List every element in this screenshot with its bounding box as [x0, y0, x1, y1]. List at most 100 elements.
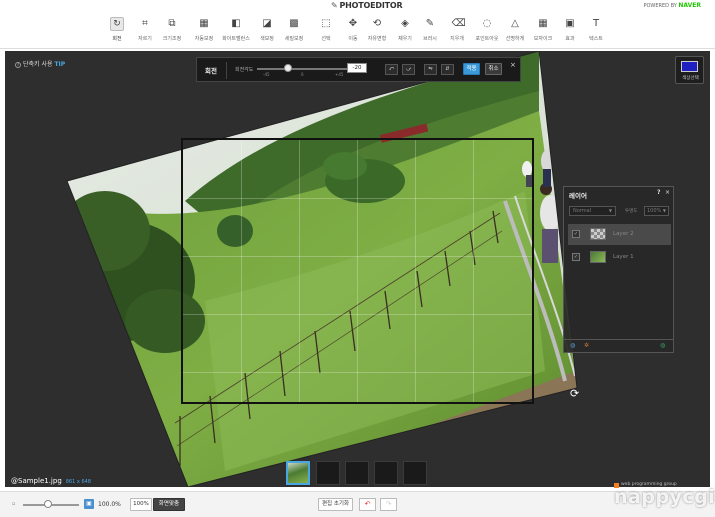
zoom-slider-handle[interactable] — [44, 500, 52, 508]
cancel-button[interactable]: 취소 — [485, 63, 502, 75]
undo-icon: ↶ — [364, 500, 371, 508]
chevron-down-icon: ▼ — [608, 208, 612, 213]
tool-softfocus[interactable]: ◌ 포인트아웃 — [475, 18, 499, 46]
tool-detail[interactable]: ▩ 세밀보정 — [282, 18, 306, 46]
layer-thumbnail — [590, 228, 606, 240]
redo-button[interactable]: ↷ — [380, 498, 397, 511]
filmstrip-thumb[interactable] — [374, 461, 398, 485]
white-balance-icon: ◧ — [231, 18, 241, 29]
tool-sharpen[interactable]: △ 선명하게 — [503, 18, 527, 46]
undo-button[interactable]: ↶ — [359, 498, 376, 511]
tool-label: 크기조정 — [162, 36, 182, 42]
rotate-icon: ↻ — [110, 17, 124, 31]
actual-size-button[interactable]: 100% — [130, 498, 152, 511]
soft-focus-icon: ◌ — [482, 18, 492, 29]
apply-button[interactable]: 적용 — [463, 63, 480, 75]
canvas-stage[interactable]: ? 단축키 사용 TIP 색상선택 회전 회전각도 -45 0 +45 -20 ⤺… — [5, 51, 710, 487]
tool-whitebalance[interactable]: ◧ 화이트밸런스 — [222, 18, 250, 46]
layer-effect-icon[interactable]: ✲ — [584, 342, 589, 349]
sharpen-icon: △ — [511, 18, 519, 29]
rotate-right-icon: ⤻ — [405, 66, 412, 72]
flip-horizontal-button[interactable]: ⇋ — [424, 64, 437, 75]
blend-mode-select[interactable]: Normal ▼ — [569, 206, 616, 216]
angle-slider-handle[interactable] — [284, 64, 292, 72]
tool-resize[interactable]: ⧉ 크기조정 — [160, 18, 184, 46]
file-info: @Sample1.jpg 861 x 648 — [11, 477, 91, 485]
layer-row[interactable]: ✓ Layer 1 — [568, 247, 671, 268]
rotate-panel: 회전 회전각도 -45 0 +45 -20 ⤺ ⤻ ⇋ ⇵ 적용 취소 × — [196, 57, 521, 82]
rotate-right-button[interactable]: ⤻ — [402, 64, 415, 75]
tool-label: 텍스트 — [589, 36, 603, 42]
grid-line — [241, 140, 242, 402]
layer-visibility-checkbox[interactable]: ✓ — [572, 253, 580, 261]
tick-max: +45 — [335, 72, 344, 77]
mosaic-icon: ▦ — [538, 18, 548, 29]
photo-editor-app: ✎ PHOTOEDITOR POWERED BY NAVER ↻ 회전 ⌗ 자르기 ⧉ 크기… — [0, 0, 715, 517]
pen-icon: ✎ — [331, 1, 338, 10]
bottom-bar: ▫ ▣ 100.0% 100% 화면맞춤 편집 초기화 ↶ ↷ — [0, 491, 715, 517]
layers-panel-footer: ◍ ✲ ◍ — [564, 339, 673, 352]
layers-panel: 레이어 ? × Normal ▼ 투명도 100% ▼ ✓ Layer 2 ✓ La… — [563, 186, 674, 353]
filmstrip-thumb-active[interactable] — [286, 461, 310, 485]
tick-min: -45 — [263, 72, 270, 77]
crop-grid-frame[interactable] — [181, 138, 534, 404]
eraser-icon: ⌫ — [451, 18, 466, 29]
opacity-select[interactable]: 100% ▼ — [644, 206, 669, 216]
layer-row[interactable]: ✓ Layer 2 — [568, 224, 671, 245]
close-icon[interactable]: × — [665, 189, 670, 196]
close-icon[interactable]: × — [510, 61, 516, 69]
tool-label: 자동보정 — [194, 36, 214, 42]
opacity-label: 투명도 — [625, 209, 638, 214]
layer-name: Layer 1 — [613, 254, 634, 260]
grid-line — [473, 140, 474, 402]
fill-icon: ◈ — [401, 18, 409, 29]
powered-by: POWERED BY NAVER — [643, 2, 701, 9]
angle-label: 회전각도 — [235, 67, 254, 73]
tool-rotate[interactable]: ↻ 회전 — [105, 17, 129, 46]
filmstrip-thumb[interactable] — [316, 461, 340, 485]
tool-eraser[interactable]: ⌫ 지우개 — [445, 18, 469, 46]
flip-vertical-button[interactable]: ⇵ — [441, 64, 454, 75]
grid-line — [415, 140, 416, 402]
move-icon: ✥ — [348, 18, 358, 29]
rotate-left-button[interactable]: ⤺ — [385, 64, 398, 75]
resize-icon: ⧉ — [168, 18, 176, 29]
filmstrip-thumb[interactable] — [345, 461, 369, 485]
text-icon: T — [592, 18, 600, 29]
thumb-image — [288, 463, 308, 483]
shortcut-tip[interactable]: ? 단축키 사용 TIP — [15, 59, 65, 68]
detail-correct-icon: ▩ — [289, 18, 299, 29]
zoom-out-icon[interactable]: ▫ — [12, 501, 15, 507]
reset-edits-button[interactable]: 편집 초기화 — [318, 498, 353, 511]
file-name: @Sample1.jpg — [11, 477, 62, 485]
help-icon[interactable]: ? — [657, 189, 660, 196]
grid-line — [183, 372, 532, 373]
zoom-value: 100.0% — [98, 501, 121, 508]
help-icon: ? — [15, 62, 21, 68]
angle-slider-track[interactable] — [257, 68, 349, 70]
delete-layer-icon[interactable]: ◍ — [660, 342, 665, 349]
zoom-in-icon[interactable]: ▣ — [84, 499, 94, 509]
add-layer-icon[interactable]: ◍ — [570, 342, 575, 349]
layers-panel-title: 레이어 — [569, 192, 587, 200]
layer-visibility-checkbox[interactable]: ✓ — [572, 230, 580, 238]
tool-label: 세밀보정 — [284, 36, 304, 42]
chevron-down-icon: ▼ — [662, 208, 666, 213]
divider — [226, 62, 227, 79]
flip-vertical-icon: ⇵ — [445, 66, 450, 72]
tool-auto[interactable]: ▦ 자동보정 — [192, 18, 216, 46]
layers-panel-header[interactable]: 레이어 ? × — [564, 187, 673, 201]
angle-value-input[interactable]: -20 — [347, 63, 367, 73]
color-picker-button[interactable]: 색상선택 — [675, 56, 704, 84]
tick-mid: 0 — [301, 72, 304, 77]
color-correct-icon: ◪ — [262, 18, 272, 29]
color-swatch — [681, 61, 698, 72]
tool-transform[interactable]: ⟲ 자유변형 — [365, 18, 389, 46]
grid-line — [183, 198, 532, 199]
fit-screen-button[interactable]: 화면맞춤 — [153, 498, 185, 511]
filmstrip-thumb[interactable] — [403, 461, 427, 485]
tool-text[interactable]: T 텍스트 — [584, 18, 608, 46]
crop-icon: ⌗ — [142, 18, 148, 29]
title-bar: ✎ PHOTOEDITOR POWERED BY NAVER — [0, 0, 715, 12]
redo-icon: ↷ — [385, 500, 392, 508]
